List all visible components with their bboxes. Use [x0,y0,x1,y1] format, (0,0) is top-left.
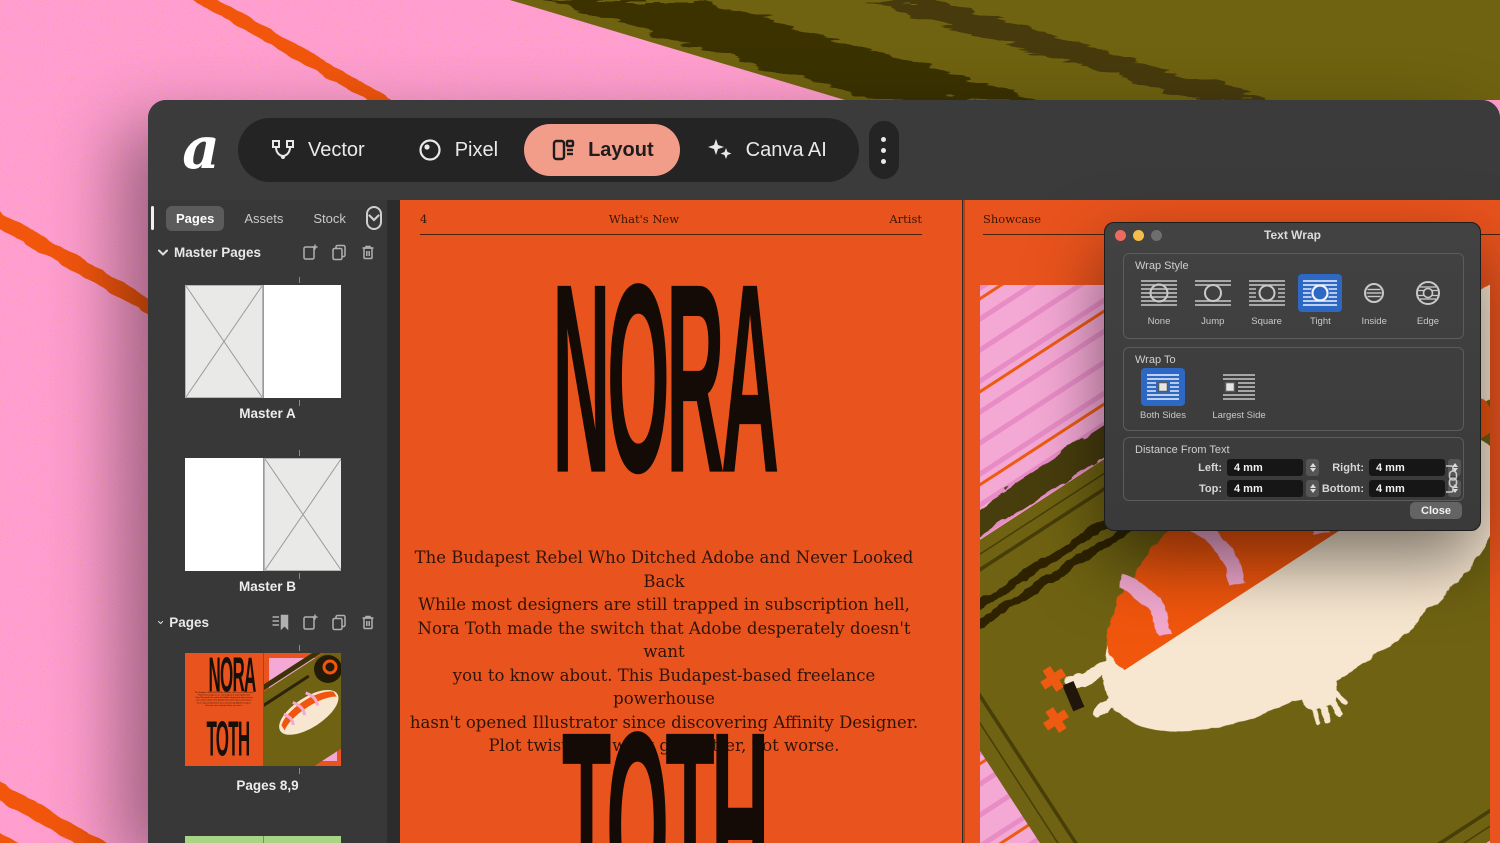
wrap-style-tight[interactable]: Tight [1295,274,1345,327]
wrap-inside-icon [1352,274,1396,312]
text-wrap-dialog: Text Wrap Wrap Style None [1104,222,1481,531]
tab-layout[interactable]: Layout [524,124,680,176]
document-page-left: 4 What's New Artist NORA The Budapest Re… [400,200,962,843]
wrap-jump-icon [1191,274,1235,312]
add-page-icon[interactable] [301,613,319,631]
close-button[interactable]: Close [1410,502,1462,519]
panel-tab-pages[interactable]: Pages [166,206,224,231]
layout-icon [550,137,576,163]
dialog-titlebar[interactable]: Text Wrap [1105,223,1480,247]
headline-toth: TOTH [400,745,928,843]
running-head-showcase: Showcase [983,212,1041,226]
pixel-icon [417,137,443,163]
wrap-none-icon [1137,274,1181,312]
distance-bottom-input[interactable]: 4 mm [1369,480,1445,497]
sparkles-icon [706,136,734,164]
pages-section-label: Pages [169,615,209,630]
wrap-style-inside[interactable]: Inside [1349,274,1399,327]
wrap-style-group: Wrap Style None [1123,253,1464,339]
wrap-edge-icon [1406,274,1450,312]
both-sides-icon [1141,368,1185,406]
wrap-to-group: Wrap To Both Sides [1123,347,1464,431]
panel-tab-row: Pages Assets Stock [166,204,379,232]
pages-panel: Pages Assets Stock Master Pages [148,200,388,843]
dialog-title: Text Wrap [1105,228,1480,242]
next-spread-thumbnail[interactable] [185,836,341,843]
distance-right-input[interactable]: 4 mm [1369,459,1445,476]
tab-canva-ai[interactable]: Canva AI [680,124,853,176]
distance-bottom-label: Bottom: [1316,483,1364,495]
master-pages-label: Master Pages [174,245,261,260]
wrap-to-both-sides[interactable]: Both Sides [1134,368,1192,421]
master-b-label: Master B [148,579,387,594]
distance-left-input[interactable]: 4 mm [1227,459,1303,476]
delete-page-icon[interactable] [359,243,377,261]
running-head-right: Artist [889,212,922,226]
vector-icon [270,137,296,163]
distance-right-label: Right: [1316,462,1364,474]
distance-group: Distance From Text Left: 4 mm Top: 4 mm … [1123,437,1464,501]
wrap-to-label: Wrap To [1135,354,1176,366]
distance-label: Distance From Text [1135,444,1230,456]
wrap-style-square[interactable]: Square [1242,274,1292,327]
more-menu-button[interactable] [869,121,899,179]
pages-8-9-label: Pages 8,9 [148,778,387,793]
wrap-style-label: Wrap Style [1135,260,1189,272]
app-topbar: a Vector [148,100,1500,200]
running-head-center: What's New [400,212,888,226]
wrap-style-jump[interactable]: Jump [1188,274,1238,327]
delete-page-icon[interactable] [359,613,377,631]
tab-vector[interactable]: Vector [244,124,391,176]
collapse-chevron-icon[interactable] [158,249,168,256]
affinity-logo: a [174,122,228,178]
tab-layout-label: Layout [588,139,654,162]
duplicate-page-icon[interactable] [330,613,348,631]
tab-pixel-label: Pixel [455,139,498,162]
wrap-style-none[interactable]: None [1134,274,1184,327]
panel-tab-assets[interactable]: Assets [234,206,293,231]
master-a-label: Master A [148,406,387,421]
pages-section-header: Pages [158,612,377,632]
panel-tab-stock[interactable]: Stock [303,206,356,231]
apply-master-icon[interactable] [271,613,290,631]
mode-tab-group: Vector Pixel [238,118,859,182]
link-values-icon[interactable] [1444,458,1460,500]
wrap-tight-icon [1298,274,1342,312]
tab-pixel[interactable]: Pixel [391,124,524,176]
duplicate-page-icon[interactable] [330,243,348,261]
distance-top-input[interactable]: 4 mm [1227,480,1303,497]
wrap-to-largest-side[interactable]: Largest Side [1206,368,1272,421]
collapse-chevron-icon[interactable] [158,619,163,626]
headline-nora: NORA [400,297,928,497]
tab-canva-ai-label: Canva AI [746,139,827,162]
distance-left-label: Left: [1174,462,1222,474]
panel-options-button[interactable] [366,206,382,230]
largest-side-icon [1217,368,1261,406]
sushi-thumb-art [264,653,341,766]
wrap-square-icon [1245,274,1289,312]
pages-8-9-thumbnail[interactable]: NORA The Budapest Rebel Who Ditched Adob… [185,653,341,766]
desktop: a Vector [0,0,1500,843]
panel-grip[interactable] [151,206,154,230]
master-a-thumbnail[interactable] [185,285,341,398]
wrap-style-edge[interactable]: Edge [1403,274,1453,327]
add-page-icon[interactable] [301,243,319,261]
tab-vector-label: Vector [308,139,365,162]
distance-top-label: Top: [1174,483,1222,495]
master-b-thumbnail[interactable] [185,458,341,571]
master-pages-header: Master Pages [158,242,377,262]
